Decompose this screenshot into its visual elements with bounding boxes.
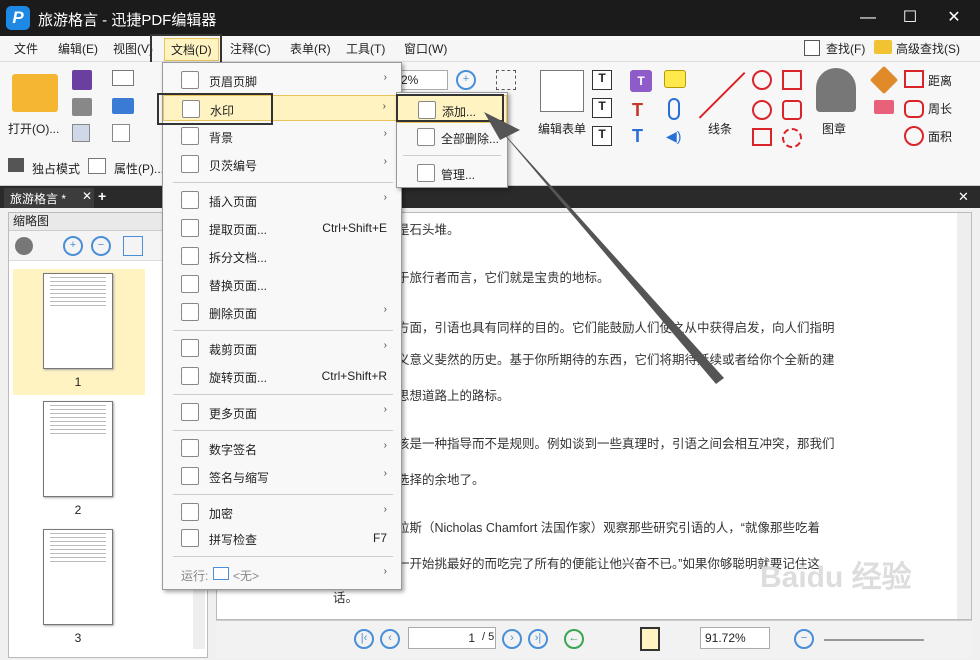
arrow-head: [484, 112, 520, 140]
annotation-arrow: [484, 112, 724, 384]
arrow-shape: [490, 118, 724, 384]
